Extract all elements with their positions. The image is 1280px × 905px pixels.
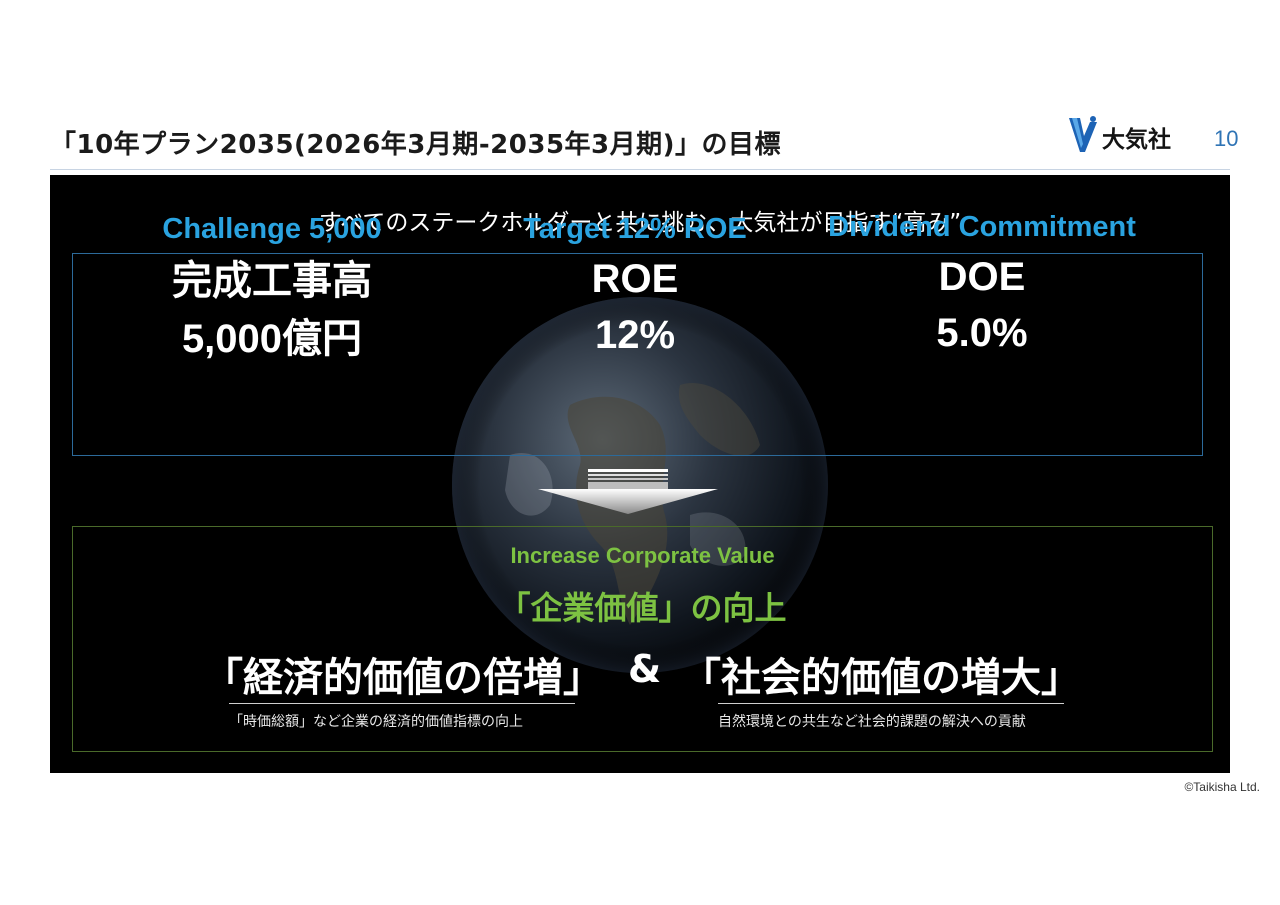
social-underline xyxy=(718,703,1064,704)
result-english: Increase Corporate Value xyxy=(510,543,775,568)
page-number: 10 xyxy=(1214,126,1239,151)
target-line2: 5.0% xyxy=(936,311,1028,355)
target-line2: 5,000億円 xyxy=(181,317,363,361)
target-heading: Dividend Commitment xyxy=(828,211,1136,243)
economic-value-desc: 「時価総額」など企業の経済的価値指標の向上 xyxy=(229,714,523,730)
target-roe: Target 12% ROE ROE 12% xyxy=(455,213,815,358)
title-divider xyxy=(50,169,1230,170)
economic-underline xyxy=(229,703,575,704)
target-line1: ROE xyxy=(591,257,679,301)
target-line1: DOE xyxy=(938,255,1026,299)
target-heading: Challenge 5,000 xyxy=(162,213,382,245)
down-arrow-icon xyxy=(538,469,718,514)
ampersand: & xyxy=(628,647,662,691)
target-line2: 12% xyxy=(594,313,676,357)
result-japanese: 「企業価値」の向上 xyxy=(498,589,787,627)
page-title: 「10年プラン2035(2026年3月期-2035年3月期)」の目標 xyxy=(50,130,782,160)
main-panel: すべてのステークホルダーと共に挑む、大気社が目指す“高み” Challenge … xyxy=(50,175,1230,773)
target-sales: Challenge 5,000 完成工事高 5,000億円 xyxy=(92,213,452,362)
social-value-desc: 自然環境との共生など社会的課題の解決への貢献 xyxy=(718,714,1026,730)
copyright: ©Taikisha Ltd. xyxy=(1184,780,1260,794)
logo-text: 大気社 xyxy=(1102,127,1171,153)
corporate-value-box: Increase Corporate Value 「企業価値」の向上 「経済的価… xyxy=(72,526,1213,752)
taikisha-logo-mark-icon xyxy=(1069,116,1097,152)
target-line1: 完成工事高 xyxy=(172,259,372,303)
social-value-label: 「社会的価値の増大」 xyxy=(681,655,1081,701)
target-heading: Target 12% ROE xyxy=(523,213,747,245)
target-dividend: Dividend Commitment DOE 5.0% xyxy=(802,211,1162,356)
company-logo: 大気社 xyxy=(1066,114,1191,156)
economic-value-label: 「経済的価値の倍増」 xyxy=(203,655,603,701)
